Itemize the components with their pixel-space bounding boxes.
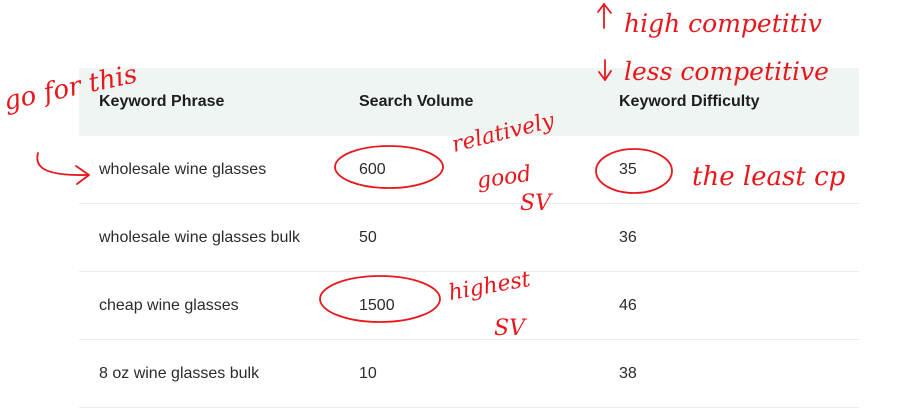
- header-keyword-phrase: Keyword Phrase: [99, 93, 225, 110]
- table-row: cheap wine glasses 1500 46: [79, 272, 859, 340]
- search-volume-cell: 1500: [359, 296, 395, 314]
- table-row: 8 oz wine glasses bulk 10 38: [79, 340, 859, 408]
- keyword-cell: cheap wine glasses: [99, 296, 239, 314]
- table-row: wholesale wine glasses 600 35: [79, 136, 859, 204]
- difficulty-cell: 38: [619, 364, 637, 382]
- keyword-cell: wholesale wine glasses: [99, 160, 267, 178]
- header-search-volume: Search Volume: [359, 93, 474, 110]
- search-volume-cell: 600: [359, 160, 386, 178]
- table-row: wholesale wine glasses bulk 50 36: [79, 204, 859, 272]
- difficulty-cell: 35: [619, 160, 637, 178]
- table-header: Keyword Phrase Search Volume Keyword Dif…: [79, 68, 859, 136]
- header-keyword-difficulty: Keyword Difficulty: [619, 93, 760, 110]
- difficulty-cell: 36: [619, 228, 637, 246]
- search-volume-cell: 50: [359, 228, 377, 246]
- search-volume-cell: 10: [359, 364, 377, 382]
- keyword-cell: wholesale wine glasses bulk: [99, 228, 300, 246]
- keyword-table: Keyword Phrase Search Volume Keyword Dif…: [79, 68, 859, 408]
- annotation-high-competition: high competitiv: [624, 9, 822, 38]
- keyword-cell: 8 oz wine glasses bulk: [99, 364, 260, 382]
- difficulty-cell: 46: [619, 296, 637, 314]
